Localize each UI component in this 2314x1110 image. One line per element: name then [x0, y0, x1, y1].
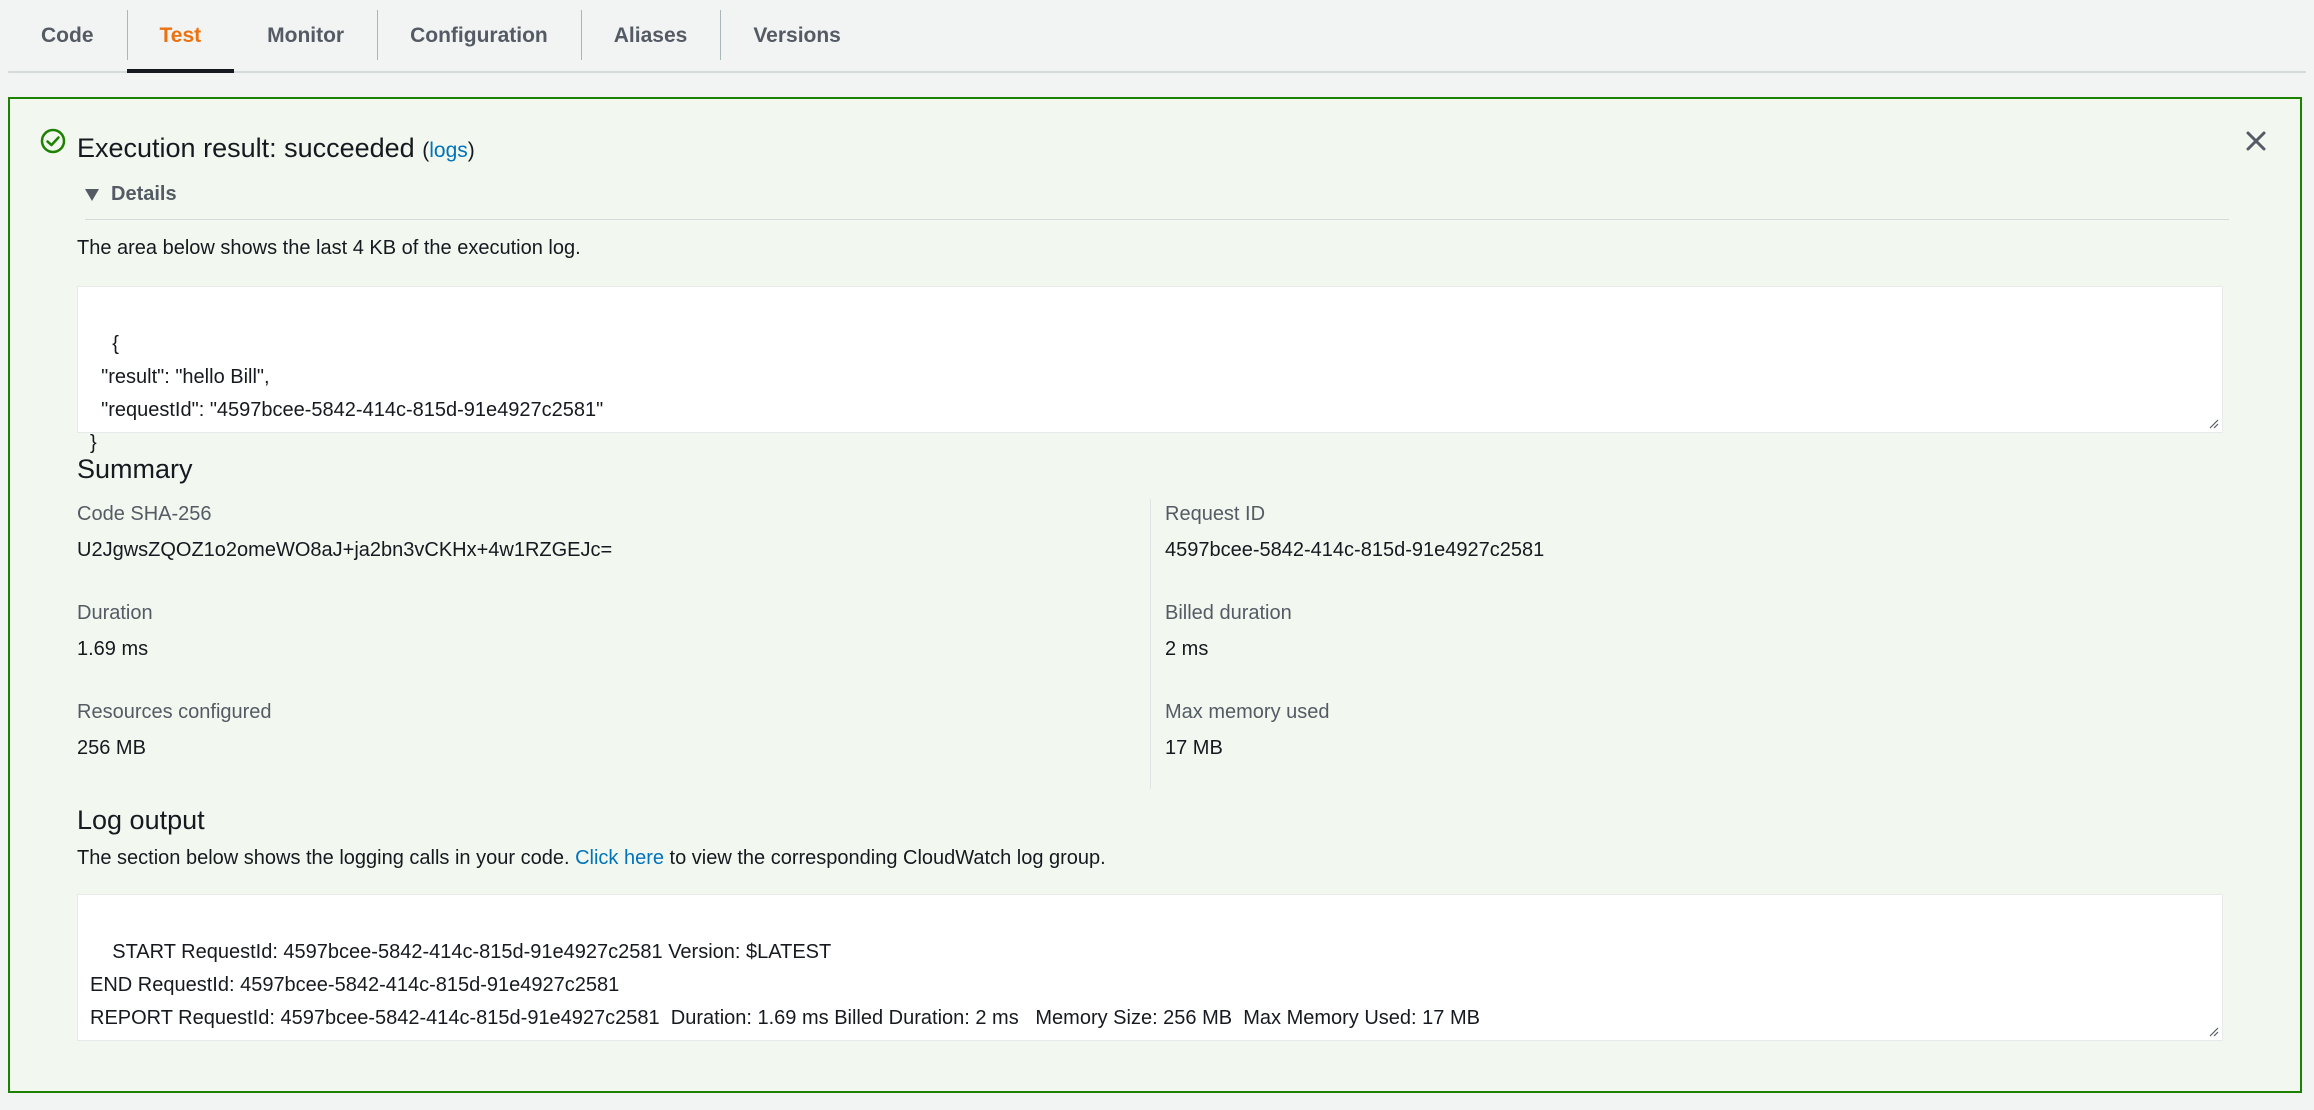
check-circle-icon	[40, 128, 66, 154]
summary-label: Request ID	[1165, 503, 1266, 525]
summary-value: U2JgwsZQOZ1o2omeWO8aJ+ja2bn3vCKHx+4w1RZG…	[77, 539, 613, 561]
summary-label: Max memory used	[1165, 701, 1330, 723]
execution-result-panel: Execution result: succeeded (logs) Detai…	[8, 97, 2302, 1093]
log-output-heading: Log output	[77, 805, 205, 835]
summary-item-max-memory: Max memory used 17 MB	[1165, 699, 2165, 798]
summary-left-column: Code SHA-256 U2JgwsZQOZ1o2omeWO8aJ+ja2bn…	[77, 501, 1147, 798]
log-desc-before: The section below shows the logging call…	[77, 847, 576, 869]
tab-configuration[interactable]: Configuration	[377, 0, 581, 71]
resize-handle-icon[interactable]	[2207, 1025, 2219, 1037]
execution-log-description: The area below shows the last 4 KB of th…	[77, 237, 581, 259]
log-desc-after: to view the corresponding CloudWatch log…	[663, 847, 1106, 869]
tab-versions[interactable]: Versions	[720, 0, 874, 71]
tab-bar: Code Test Monitor Configuration Aliases …	[8, 0, 2306, 73]
summary-label: Code SHA-256	[77, 503, 212, 525]
summary-item-duration: Duration 1.69 ms	[77, 600, 1147, 699]
summary-value: 2 ms	[1165, 638, 1209, 660]
summary-column-divider	[1150, 499, 1151, 789]
tab-aliases[interactable]: Aliases	[580, 0, 721, 71]
details-divider	[85, 219, 2229, 220]
summary-label: Duration	[77, 602, 153, 624]
execution-result-title: Execution result: succeeded (logs)	[77, 131, 475, 168]
summary-value: 1.69 ms	[77, 638, 149, 660]
tab-code[interactable]: Code	[8, 0, 127, 71]
summary-heading: Summary	[77, 454, 193, 484]
resize-handle-icon[interactable]	[2207, 417, 2219, 429]
summary-right-column: Request ID 4597bcee-5842-414c-815d-91e49…	[1165, 501, 2165, 798]
summary-value: 4597bcee-5842-414c-815d-91e4927c2581	[1165, 539, 1545, 561]
summary-value: 17 MB	[1165, 737, 1223, 759]
log-output-textarea[interactable]: START RequestId: 4597bcee-5842-414c-815d…	[77, 894, 2223, 1041]
summary-item-request-id: Request ID 4597bcee-5842-414c-815d-91e49…	[1165, 501, 2165, 600]
log-output-text: START RequestId: 4597bcee-5842-414c-815d…	[90, 941, 1480, 1029]
details-label: Details	[111, 183, 177, 205]
summary-value: 256 MB	[77, 737, 146, 759]
result-status-text: Execution result: succeeded	[77, 133, 415, 163]
tab-test[interactable]: Test	[126, 0, 235, 73]
logs-link[interactable]: logs	[429, 139, 468, 162]
details-toggle[interactable]: Details	[85, 183, 177, 206]
summary-item-resources: Resources configured 256 MB	[77, 699, 1147, 798]
log-output-description: The section below shows the logging call…	[77, 847, 1106, 870]
summary-label: Resources configured	[77, 701, 272, 723]
close-icon[interactable]	[2242, 127, 2270, 155]
summary-item-code-sha: Code SHA-256 U2JgwsZQOZ1o2omeWO8aJ+ja2bn…	[77, 501, 1147, 600]
caret-down-icon	[85, 188, 99, 201]
summary-label: Billed duration	[1165, 602, 1292, 624]
logs-paren-close: )	[467, 139, 475, 162]
cloudwatch-link[interactable]: Click here	[575, 847, 664, 869]
summary-item-billed-duration: Billed duration 2 ms	[1165, 600, 2165, 699]
execution-output-textarea[interactable]: { "result": "hello Bill", "requestId": "…	[77, 286, 2223, 454]
execution-output-text: { "result": "hello Bill", "requestId": "…	[90, 333, 604, 454]
tab-monitor[interactable]: Monitor	[234, 0, 377, 71]
